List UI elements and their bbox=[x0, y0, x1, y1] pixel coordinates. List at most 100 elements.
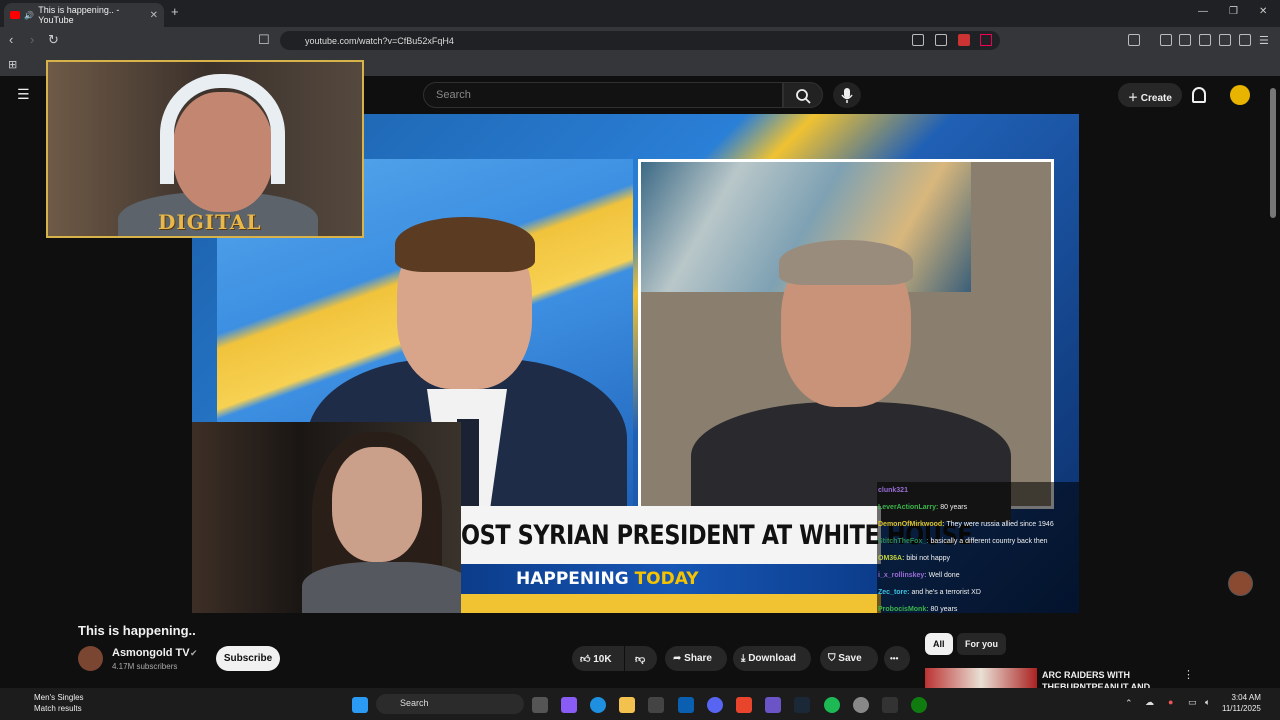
ai-icon[interactable] bbox=[1219, 34, 1231, 46]
settings-gear-icon[interactable] bbox=[853, 697, 869, 713]
chat-username: i_x_rollinskey: bbox=[878, 572, 927, 579]
chip-for-you[interactable]: For you bbox=[957, 633, 1006, 655]
brave-icon[interactable] bbox=[736, 697, 752, 713]
outlook-icon[interactable] bbox=[678, 697, 694, 713]
bookmark-icon[interactable]: ☐ bbox=[258, 32, 270, 48]
clock-time: 3:04 AM bbox=[1231, 693, 1261, 702]
create-button[interactable]: ＋ Create bbox=[1118, 83, 1182, 107]
forward-icon[interactable]: › bbox=[30, 32, 34, 47]
chat-username: StitchTheFox_: bbox=[878, 538, 929, 545]
close-tab-icon[interactable]: ✕ bbox=[150, 10, 158, 21]
task-view-icon[interactable] bbox=[532, 697, 548, 713]
sidebar-icon[interactable] bbox=[1128, 34, 1140, 46]
search-icon bbox=[796, 89, 811, 104]
minimize-icon[interactable]: — bbox=[1198, 6, 1208, 17]
streamer-face bbox=[332, 447, 422, 562]
page-scrollbar[interactable] bbox=[1270, 88, 1276, 218]
share-button[interactable]: ➦ Share bbox=[665, 646, 727, 671]
brave-shield-icon[interactable] bbox=[958, 34, 970, 46]
notifications-bell-icon[interactable] bbox=[1192, 87, 1206, 103]
chat-username: clunk321 bbox=[878, 487, 908, 494]
xbox-icon[interactable] bbox=[911, 697, 927, 713]
reader-icon[interactable] bbox=[1179, 34, 1191, 46]
apps-grid-icon[interactable]: ⊞ bbox=[8, 58, 17, 71]
cloud-icon[interactable]: ☁ bbox=[1145, 697, 1154, 708]
headphones-icon bbox=[160, 74, 285, 184]
subscriber-count: 4.17M subscribers bbox=[112, 662, 178, 671]
ticker-gold-strip bbox=[461, 594, 881, 613]
close-window-icon[interactable]: ✕ bbox=[1259, 6, 1267, 17]
more-dots-icon: ••• bbox=[890, 654, 899, 663]
chat-text: They were russia allied since 1946 bbox=[946, 521, 1054, 528]
new-tab-icon[interactable]: + bbox=[171, 4, 179, 19]
back-icon[interactable]: ‹ bbox=[9, 32, 13, 47]
url-field[interactable]: youtube.com/watch?v=CfBu52xFqH4 bbox=[280, 31, 1000, 50]
hamburger-menu-icon[interactable]: ☰ bbox=[17, 86, 30, 103]
user-avatar[interactable] bbox=[1230, 85, 1250, 105]
chip-all[interactable]: All bbox=[925, 633, 953, 655]
file-explorer-icon[interactable] bbox=[619, 697, 635, 713]
guest-panel bbox=[638, 159, 1054, 522]
chat-text: Well done bbox=[928, 572, 960, 579]
widget-subtitle: Match results bbox=[34, 704, 82, 713]
chat-text: basically a different country back then bbox=[930, 538, 1048, 545]
menu-icon[interactable]: ☰ bbox=[1259, 34, 1271, 47]
streamer-webcam-overlay bbox=[192, 422, 461, 613]
volume-icon[interactable]: 🔈︎ bbox=[1205, 697, 1210, 708]
taskbar-search[interactable]: Search bbox=[376, 694, 524, 714]
like-button[interactable]: 👍︎ 10K bbox=[572, 646, 624, 671]
mic-tray-icon[interactable]: ● bbox=[1168, 697, 1173, 707]
download-button[interactable]: ⤓ Download bbox=[733, 646, 811, 671]
more-actions-button[interactable]: ••• bbox=[884, 646, 910, 671]
steam-icon[interactable] bbox=[794, 697, 810, 713]
browser-tab[interactable]: 🔊 This is happening.. - YouTube ✕ bbox=[4, 3, 164, 27]
lower-third-headline: OST SYRIAN PRESIDENT AT WHITE HOUSE bbox=[461, 520, 973, 551]
voice-search-button[interactable] bbox=[833, 82, 861, 108]
streamer-shirt bbox=[302, 562, 461, 613]
chat-message: OM36A: bibi not happy bbox=[878, 550, 1079, 567]
chat-username: Zec_tore: bbox=[878, 589, 910, 596]
windows-start-icon[interactable] bbox=[352, 697, 368, 713]
chat-username: ProbocisMonk: bbox=[878, 606, 929, 613]
picture-in-picture-webcam[interactable]: DIGITAL bbox=[46, 60, 364, 238]
chat-message: clunk321 bbox=[878, 482, 1079, 499]
stream-chat-overlay: clunk321 LeverActionLarry: 80 years Demo… bbox=[877, 482, 1079, 613]
edge-icon[interactable] bbox=[590, 697, 606, 713]
chat-message: LeverActionLarry: 80 years bbox=[878, 499, 1079, 516]
maximize-icon[interactable]: ❐ bbox=[1229, 6, 1238, 17]
clock-date: 11/11/2025 bbox=[1222, 704, 1261, 713]
reload-icon[interactable]: ↻ bbox=[48, 32, 59, 48]
dislike-button[interactable]: 👎︎ bbox=[625, 646, 657, 671]
share-page-icon[interactable] bbox=[935, 34, 947, 46]
brave-rewards-icon[interactable] bbox=[980, 34, 992, 46]
kebab-menu-icon[interactable]: ⋮ bbox=[1183, 668, 1194, 681]
store-icon[interactable] bbox=[648, 697, 664, 713]
chat-message: ProbocisMonk: 80 years bbox=[878, 601, 1079, 618]
download-label: Download bbox=[748, 653, 796, 664]
vpn-icon[interactable] bbox=[1239, 34, 1251, 46]
wallet-icon[interactable] bbox=[1199, 34, 1211, 46]
channel-avatar[interactable] bbox=[78, 646, 103, 671]
tray-overflow-icon[interactable]: ⌃ bbox=[1125, 698, 1133, 709]
save-button[interactable]: ⛉ Save bbox=[820, 646, 878, 671]
sports-widget[interactable]: Men's Singles Match results bbox=[14, 692, 84, 714]
app-icon[interactable] bbox=[882, 697, 898, 713]
search-input[interactable]: Search bbox=[423, 82, 783, 108]
windows-taskbar bbox=[0, 688, 1280, 720]
search-button[interactable] bbox=[783, 82, 823, 108]
channel-watermark-avatar[interactable] bbox=[1228, 571, 1253, 596]
verified-badge-icon: ✔ bbox=[190, 648, 198, 658]
network-icon[interactable]: ▭ bbox=[1188, 697, 1197, 708]
copilot-icon[interactable] bbox=[561, 697, 577, 713]
subscribe-button[interactable]: Subscribe bbox=[216, 646, 280, 671]
system-clock[interactable]: 3:04 AM 11/11/2025 bbox=[1222, 692, 1261, 714]
discord-icon[interactable] bbox=[707, 697, 723, 713]
channel-name[interactable]: Asmongold TV bbox=[112, 647, 190, 659]
spotify-icon[interactable] bbox=[824, 697, 840, 713]
search-placeholder: Search bbox=[436, 89, 471, 101]
recommended-video-thumbnail[interactable] bbox=[925, 668, 1037, 688]
teams-icon[interactable] bbox=[765, 697, 781, 713]
cast-icon[interactable] bbox=[912, 34, 924, 46]
media-icon[interactable] bbox=[1160, 34, 1172, 46]
create-label: Create bbox=[1140, 93, 1172, 104]
